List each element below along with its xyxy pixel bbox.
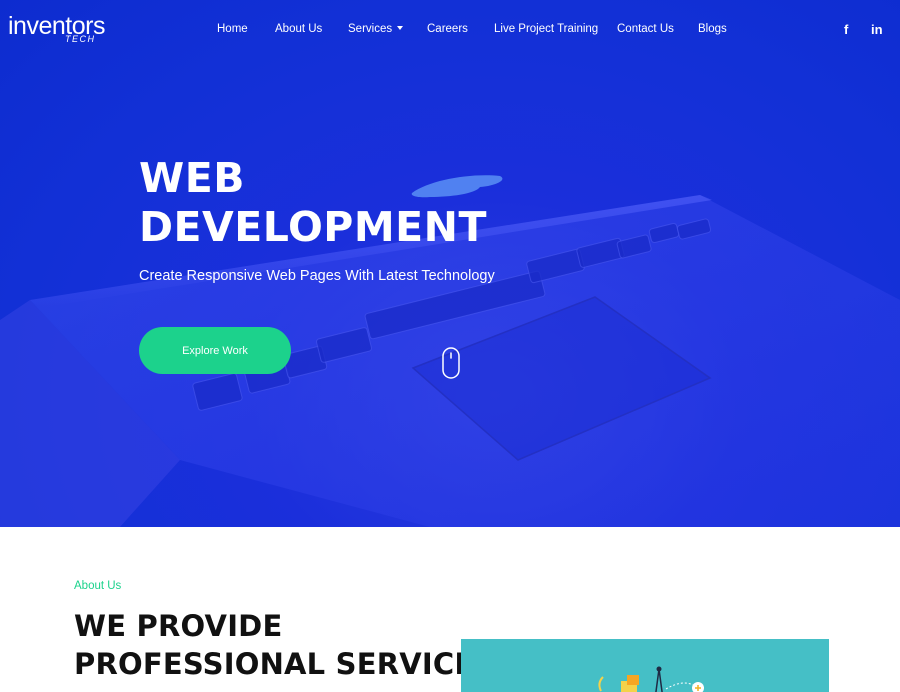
nav-item-blogs[interactable]: Blogs xyxy=(698,23,727,35)
hero-subtitle: Create Responsive Web Pages With Latest … xyxy=(139,268,495,284)
hero-section: inventors TECH Home About Us Services Ca… xyxy=(0,0,900,527)
services-illustration xyxy=(598,666,704,692)
about-heading-line-1: WE PROVIDE xyxy=(74,609,283,643)
hero-title: WEB DEVELOPMENT xyxy=(139,154,487,252)
hero-title-line-1: WEB xyxy=(139,154,245,202)
nav-item-services[interactable]: Services xyxy=(348,23,404,35)
nav-item-live-project-training[interactable]: Live Project Training xyxy=(494,23,598,35)
nav-item-careers[interactable]: Careers xyxy=(427,23,468,35)
laptop-illustration xyxy=(0,175,900,527)
chevron-down-icon xyxy=(397,25,404,30)
nav-item-home[interactable]: Home xyxy=(217,23,248,35)
about-illustration xyxy=(461,639,829,692)
brand-sub: TECH xyxy=(65,34,96,44)
nav-item-contact-us[interactable]: Contact Us xyxy=(617,23,674,35)
nav-item-services-label: Services xyxy=(348,23,393,35)
explore-work-button[interactable]: Explore Work xyxy=(139,327,291,374)
about-label: About Us xyxy=(74,580,122,592)
facebook-icon[interactable]: f xyxy=(844,22,848,37)
about-section: About Us WE PROVIDE PROFESSIONAL SERVICE… xyxy=(0,527,900,692)
about-heading-line-2: PROFESSIONAL SERVICES xyxy=(74,647,496,681)
linkedin-icon[interactable]: in xyxy=(871,22,883,37)
scroll-mouse-icon[interactable] xyxy=(442,347,460,379)
navbar: inventors TECH Home About Us Services Ca… xyxy=(0,0,900,62)
about-heading: WE PROVIDE PROFESSIONAL SERVICES xyxy=(74,607,496,683)
hero-title-line-2: DEVELOPMENT xyxy=(139,203,487,251)
nav-item-about-us[interactable]: About Us xyxy=(275,23,322,35)
brand-logo[interactable]: inventors TECH xyxy=(8,14,105,45)
